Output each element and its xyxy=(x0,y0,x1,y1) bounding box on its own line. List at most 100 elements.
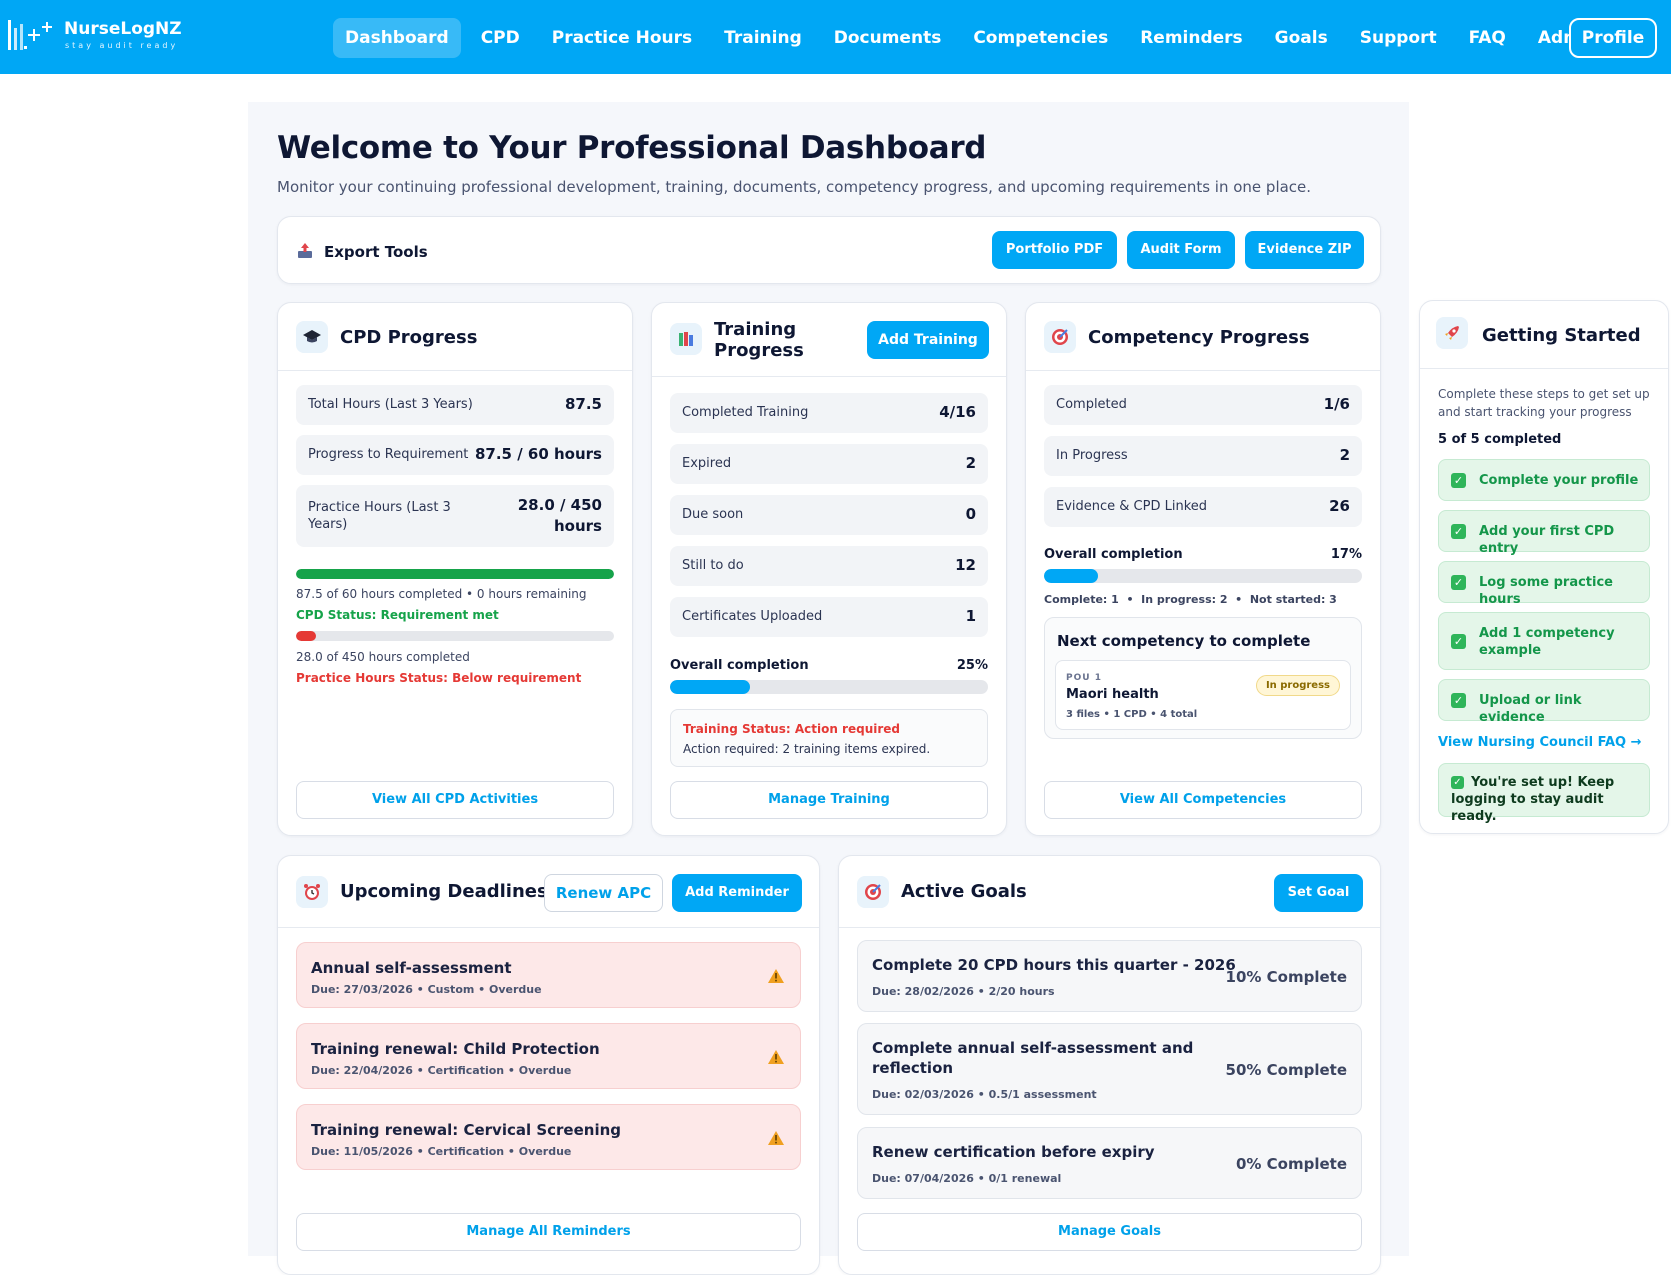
stat-completed-training: Completed Training 4/16 xyxy=(670,393,988,433)
deadline-item[interactable]: Training renewal: Cervical Screening Due… xyxy=(296,1104,801,1170)
competency-progress-card: Competency Progress Completed 1/6 In Pro… xyxy=(1025,302,1381,836)
logo-icon xyxy=(6,16,56,56)
goal-item[interactable]: Renew certification before expiry Due: 0… xyxy=(857,1127,1362,1199)
evidence-zip-button[interactable]: Evidence ZIP xyxy=(1245,231,1364,269)
step-label: Upload or link evidence xyxy=(1479,693,1582,725)
stat-label: Progress to Requirement xyxy=(308,447,469,462)
stat-value: 26 xyxy=(1329,497,1350,515)
cpd-progress-title: CPD Progress xyxy=(340,327,478,348)
view-competencies-button[interactable]: View All Competencies xyxy=(1044,781,1362,819)
stat-value-line1: 28.0 / 450 xyxy=(517,496,602,514)
goal-progress: 0% Complete xyxy=(1235,1155,1347,1173)
deadline-meta: Due: 11/05/2026 • Certification • Overdu… xyxy=(311,1145,572,1158)
nav-menu: Dashboard CPD Practice Hours Training Do… xyxy=(333,18,1619,58)
manage-goals-button[interactable]: Manage Goals xyxy=(857,1213,1362,1251)
stat-label: Practice Hours (Last 3 Years) xyxy=(308,499,451,533)
manage-training-button[interactable]: Manage Training xyxy=(670,781,988,819)
goal-meta: Due: 07/04/2026 • 0/1 renewal xyxy=(872,1172,1062,1185)
deadline-item[interactable]: Training renewal: Child Protection Due: … xyxy=(296,1023,801,1089)
competency-completion-fill xyxy=(1044,569,1099,583)
profile-button[interactable]: Profile xyxy=(1569,18,1657,58)
stat-due-soon: Due soon 0 xyxy=(670,495,988,535)
stat-value: 0 xyxy=(965,505,976,523)
practice-hours-bar xyxy=(296,631,614,641)
audit-form-button[interactable]: Audit Form xyxy=(1127,231,1235,269)
deadline-title: Training renewal: Cervical Screening xyxy=(311,1121,622,1139)
nav-support[interactable]: Support xyxy=(1348,18,1449,58)
goal-title: Renew certification before expiry xyxy=(872,1143,1155,1161)
stat-value: 87.5 / 60 hours xyxy=(474,445,602,463)
nursing-council-faq-link[interactable]: View Nursing Council FAQ → xyxy=(1438,735,1642,750)
stat-label: Expired xyxy=(682,456,732,471)
nav-documents[interactable]: Documents xyxy=(822,18,954,58)
stat-still-to-do: Still to do 12 xyxy=(670,546,988,586)
message-line1: You're set up! Keep xyxy=(1471,775,1615,790)
stat-certificates: Certificates Uploaded 1 xyxy=(670,597,988,637)
manage-reminders-button[interactable]: Manage All Reminders xyxy=(296,1213,801,1251)
brand-tagline: stay audit ready xyxy=(65,41,179,50)
training-progress-title: Training Progress xyxy=(714,319,804,361)
view-cpd-activities-button[interactable]: View All CPD Activities xyxy=(296,781,614,819)
nav-goals[interactable]: Goals xyxy=(1263,18,1340,58)
inbox-tray-icon xyxy=(296,242,314,260)
check-icon: ✓ xyxy=(1451,693,1466,708)
step-upload-evidence[interactable]: ✓ Upload or link evidence xyxy=(1438,679,1650,725)
stat-value: 28.0 / 450 hours xyxy=(518,495,602,537)
status-badge: In progress xyxy=(1255,675,1340,696)
training-status-detail: Action required: 2 training items expire… xyxy=(683,742,931,756)
step-label: Add 1 competency example xyxy=(1479,625,1615,659)
stat-label: Total Hours (Last 3 Years) xyxy=(308,397,473,412)
top-navigation: NurseLogNZ stay audit ready Dashboard CP… xyxy=(0,0,1671,74)
nav-faq[interactable]: FAQ xyxy=(1457,18,1518,58)
goal-title-line1: Complete annual self-assessment and xyxy=(872,1039,1194,1057)
step-complete-profile[interactable]: ✓ Complete your profile xyxy=(1438,459,1650,501)
rocket-icon xyxy=(1436,317,1468,349)
graduation-cap-icon xyxy=(296,321,328,353)
set-goal-button[interactable]: Set Goal xyxy=(1274,874,1363,912)
add-reminder-button[interactable]: Add Reminder xyxy=(672,874,802,912)
goal-item[interactable]: Complete 20 CPD hours this quarter - 202… xyxy=(857,940,1362,1012)
nav-reminders[interactable]: Reminders xyxy=(1128,18,1254,58)
nav-dashboard[interactable]: Dashboard xyxy=(333,18,461,58)
nav-cpd[interactable]: CPD xyxy=(469,18,532,58)
cpd-progress-card: CPD Progress Total Hours (Last 3 Years) … xyxy=(277,302,633,836)
message-line2: logging to stay audit ready. xyxy=(1451,792,1604,824)
step-label: Log some practice hours xyxy=(1479,575,1613,607)
goal-title-line2: reflection xyxy=(872,1059,954,1077)
stat-progress-requirement: Progress to Requirement 87.5 / 60 hours xyxy=(296,435,614,475)
nav-competencies[interactable]: Competencies xyxy=(961,18,1120,58)
stat-value: 1/6 xyxy=(1323,395,1350,413)
check-icon: ✓ xyxy=(1451,575,1466,590)
stat-value: 87.5 xyxy=(564,395,602,413)
add-training-button[interactable]: Add Training xyxy=(867,321,989,359)
portfolio-pdf-button[interactable]: Portfolio PDF xyxy=(992,231,1117,269)
goal-progress: 50% Complete xyxy=(1225,1061,1347,1079)
goal-meta: Due: 02/03/2026 • 0.5/1 assessment xyxy=(872,1088,1097,1101)
renew-apc-button[interactable]: Renew APC xyxy=(544,874,663,912)
stat-label: Completed Training xyxy=(682,405,809,420)
step-add-cpd[interactable]: ✓ Add your first CPD entry xyxy=(1438,510,1650,556)
brand[interactable]: NurseLogNZ stay audit ready xyxy=(6,16,182,56)
target-icon xyxy=(857,876,889,908)
training-completion-fill xyxy=(670,680,750,694)
goal-item[interactable]: Complete annual self-assessment and refl… xyxy=(857,1023,1362,1115)
next-competency-item[interactable]: POU 1 Maori health 3 files • 1 CPD • 4 t… xyxy=(1055,660,1351,730)
deadline-item[interactable]: Annual self-assessment Due: 27/03/2026 •… xyxy=(296,942,801,1008)
nav-practice-hours[interactable]: Practice Hours xyxy=(540,18,704,58)
upcoming-deadlines-card: Upcoming Deadlines Renew APC Add Reminde… xyxy=(277,855,820,1275)
nav-training[interactable]: Training xyxy=(712,18,814,58)
stat-expired: Expired 2 xyxy=(670,444,988,484)
step-log-hours[interactable]: ✓ Log some practice hours xyxy=(1438,561,1650,607)
step-add-competency[interactable]: ✓ Add 1 competency example xyxy=(1438,612,1650,670)
training-completion-bar xyxy=(670,680,988,694)
stat-value: 12 xyxy=(955,556,976,574)
step-label-line2: example xyxy=(1479,643,1542,658)
stat-label-line1: Practice Hours (Last 3 xyxy=(308,500,451,515)
stat-in-progress: In Progress 2 xyxy=(1044,436,1362,476)
deadline-meta: Due: 27/03/2026 • Custom • Overdue xyxy=(311,983,542,996)
practice-status: Practice Hours Status: Below requirement xyxy=(296,671,582,685)
stat-label-line2: Years) xyxy=(308,517,348,532)
check-icon: ✓ xyxy=(1451,473,1466,488)
desc-line2: and start tracking your progress xyxy=(1438,405,1632,419)
stat-label: Certificates Uploaded xyxy=(682,609,823,624)
